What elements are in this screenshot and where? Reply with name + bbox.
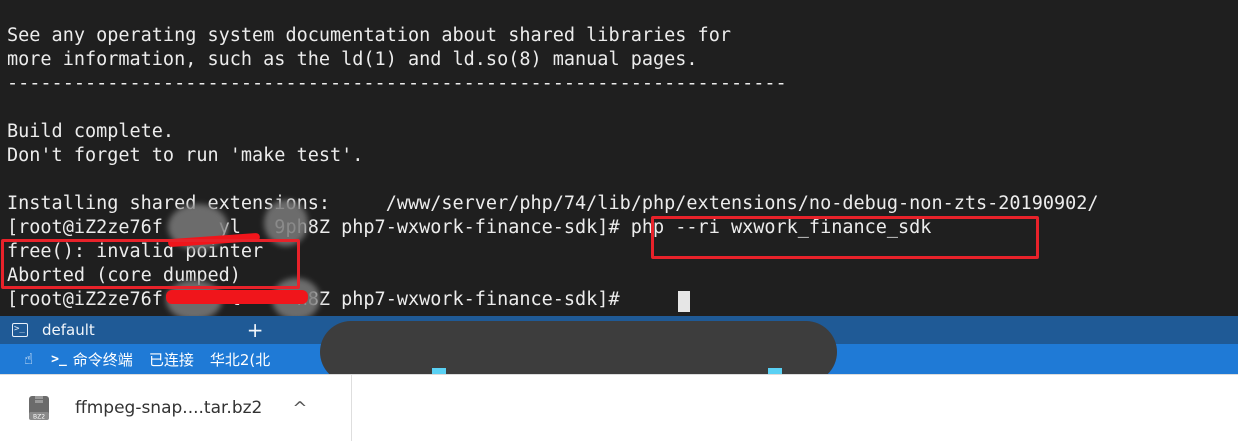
- redaction-scribble: [166, 290, 308, 304]
- highlight-command-box: [651, 216, 1039, 259]
- terminal-mode-label[interactable]: 命令终端: [73, 349, 133, 370]
- terminal-line: See any operating system documentation a…: [7, 25, 731, 46]
- highlight-error-box: [1, 239, 300, 289]
- terminal-tab-icon: >_: [12, 323, 28, 337]
- download-file-name[interactable]: ffmpeg-snap....tar.bz2: [75, 398, 262, 418]
- chevron-up-icon[interactable]: ^: [292, 398, 307, 419]
- terminal-cursor: [678, 291, 690, 312]
- terminal-line: Don't forget to run 'make test'.: [7, 145, 364, 166]
- region-label: 华北2(北: [209, 350, 271, 369]
- tab-default[interactable]: default: [42, 321, 95, 339]
- terminal-line: Installing shared extensions: /www/serve…: [7, 193, 1099, 214]
- connection-status: 已连接: [148, 350, 194, 369]
- archive-file-icon: BZ2: [27, 395, 51, 421]
- terminal-icon: >_: [51, 351, 67, 367]
- hand-pointer-icon[interactable]: ☝: [24, 350, 33, 368]
- download-item[interactable]: BZ2 ffmpeg-snap....tar.bz2 ^: [0, 375, 352, 441]
- terminal-line: more information, such as the ld(1) and …: [7, 49, 698, 70]
- terminal-window[interactable]: See any operating system documentation a…: [0, 0, 1238, 316]
- terminal-line: ----------------------------------------…: [7, 73, 787, 94]
- archive-file-icon-label: BZ2: [33, 414, 45, 421]
- downloads-bar: BZ2 ffmpeg-snap....tar.bz2 ^: [0, 374, 1238, 441]
- terminal-line: Build complete.: [7, 121, 175, 142]
- add-tab-button[interactable]: +: [247, 320, 264, 340]
